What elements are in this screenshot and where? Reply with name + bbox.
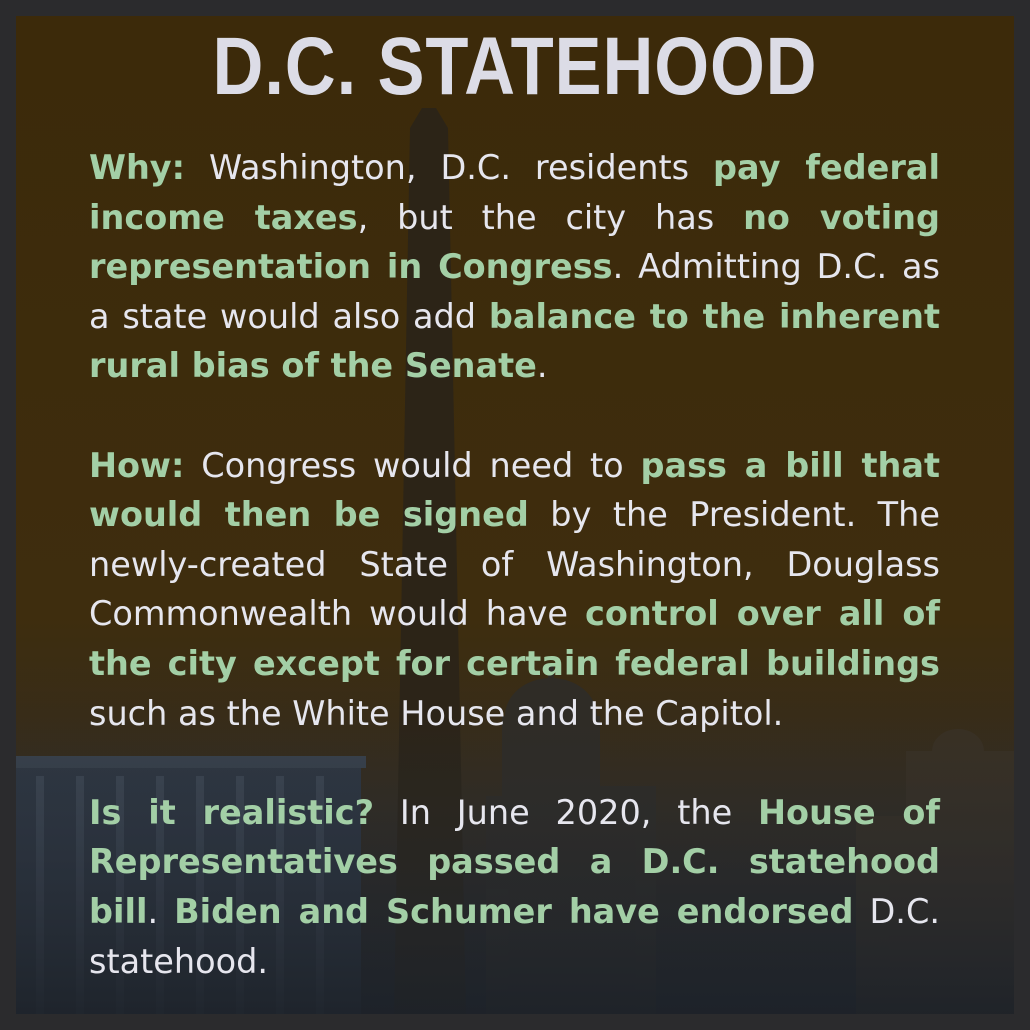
body-text: Washington, D.C. residents xyxy=(185,148,714,187)
paragraph-how: How: Congress would need to pass a bill … xyxy=(89,441,940,739)
body-text: such as the White House and the Capitol. xyxy=(89,693,784,733)
infographic-card: D.C. STATEHOOD Why: Washington, D.C. res… xyxy=(0,0,1030,1030)
body-text: In June 2020, the xyxy=(374,792,759,832)
paragraph-label: Is it realistic? xyxy=(89,792,375,832)
paragraph-why: Why: Washington, D.C. residents pay fede… xyxy=(89,143,940,391)
paragraph-label: Why: xyxy=(89,148,186,187)
body-text: , but the city has xyxy=(357,197,744,237)
paragraph-realistic: Is it realistic? In June 2020, the House… xyxy=(89,788,940,986)
body-text: Congress would need to xyxy=(184,445,641,485)
body-text: . xyxy=(536,346,548,386)
page-title: D.C. STATEHOOD xyxy=(212,21,818,112)
body-text: . xyxy=(147,891,175,931)
paragraph-label: How: xyxy=(89,445,185,485)
highlighted-text: Biden and Schumer have endorsed xyxy=(174,891,854,931)
article-body: Why: Washington, D.C. residents pay fede… xyxy=(89,143,940,986)
